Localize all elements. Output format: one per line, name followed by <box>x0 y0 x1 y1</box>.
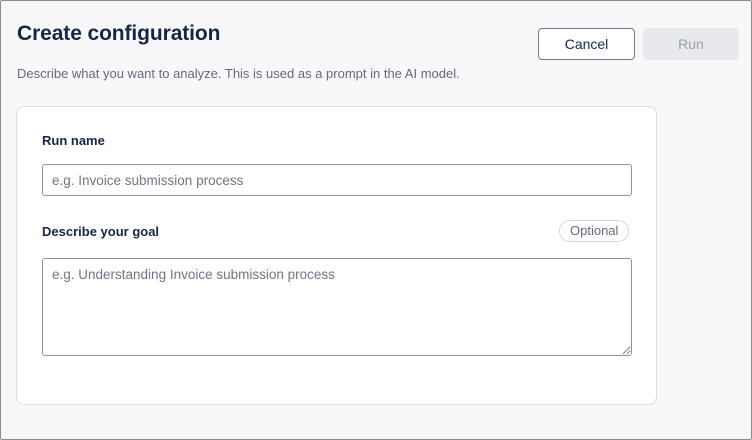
goal-textarea[interactable] <box>42 258 632 356</box>
run-name-label: Run name <box>42 133 105 148</box>
dialog-subtitle: Describe what you want to analyze. This … <box>17 66 460 81</box>
run-name-input[interactable] <box>42 164 632 196</box>
create-configuration-dialog: Create configuration Describe what you w… <box>0 0 752 440</box>
dialog-title: Create configuration <box>17 22 221 45</box>
configuration-form-card: Run name Describe your goal Optional <box>16 106 657 405</box>
cancel-button[interactable]: Cancel <box>538 28 635 60</box>
optional-badge: Optional <box>559 220 630 242</box>
goal-label: Describe your goal <box>42 224 160 239</box>
run-button[interactable]: Run <box>643 28 739 60</box>
